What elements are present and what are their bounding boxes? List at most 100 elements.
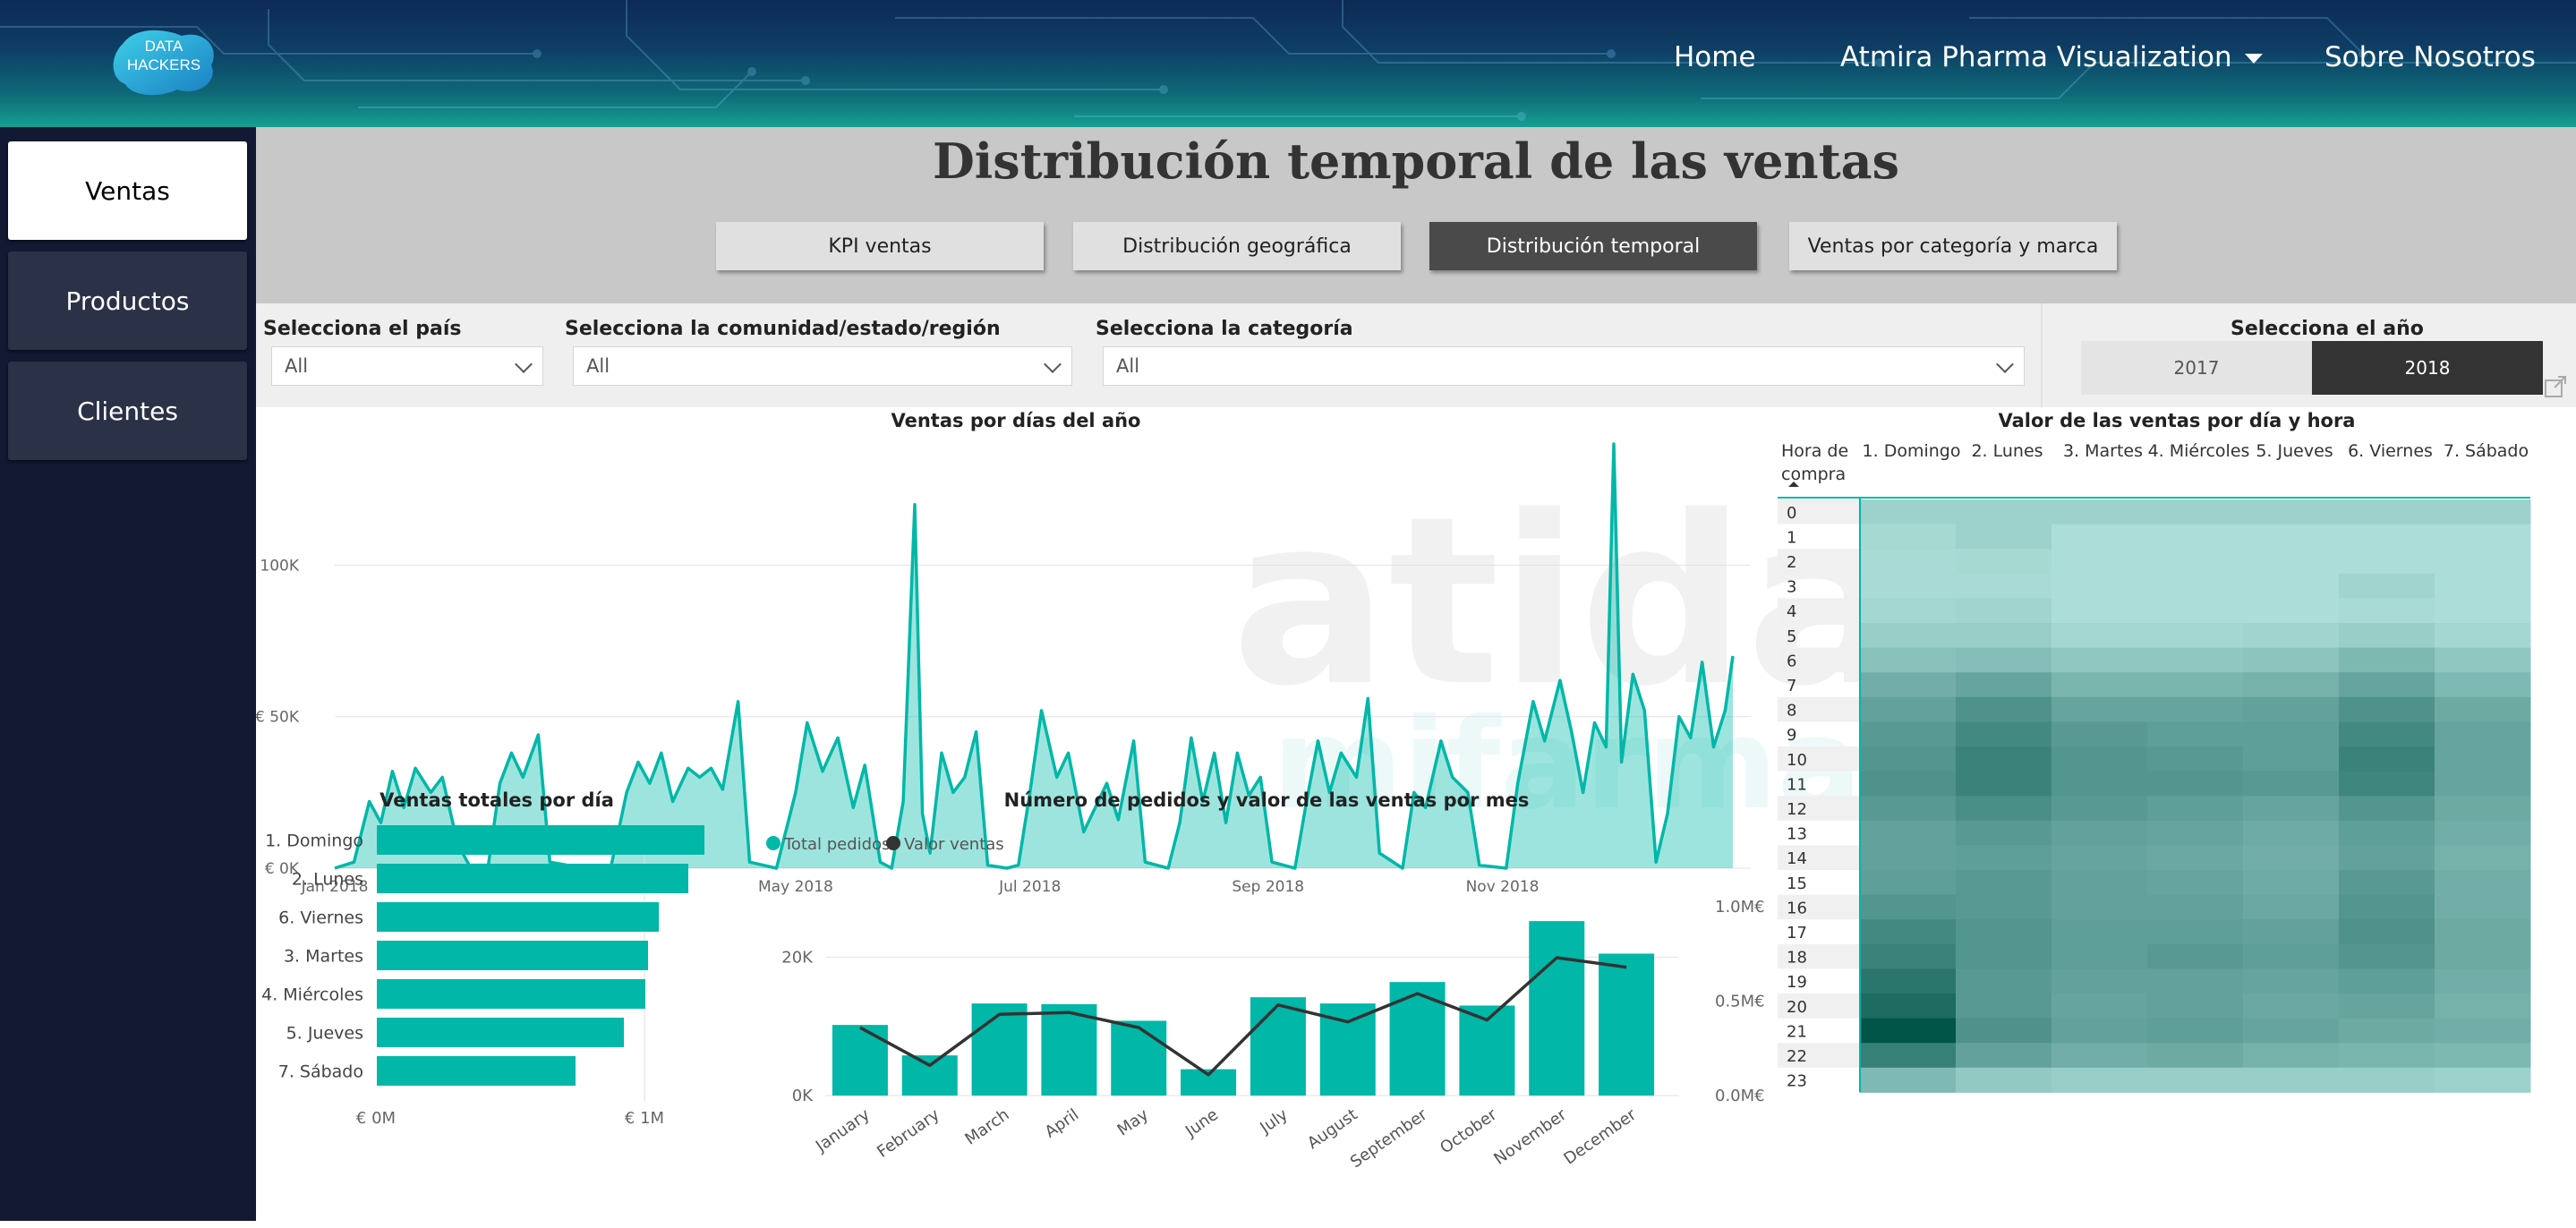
column-header: 7. Sábado [2444,441,2529,461]
heatmap-cell [1956,870,2052,896]
month-label: October [1437,1105,1501,1158]
heatmap-cell [2051,598,2148,624]
month-label: August [1304,1105,1361,1153]
heatmap-cell [1860,721,1957,747]
tab-distribucion-geografica[interactable]: Distribución geográfica [1073,222,1401,270]
pais-dropdown-value: All [285,355,309,377]
heatmap-cell [2435,647,2531,673]
heatmap-cell [2243,623,2340,649]
bar-domingo [377,825,704,855]
heatmap-cell [2243,672,2340,698]
row-label: 7 [1787,677,1796,695]
bar-february [901,1055,958,1096]
region-dropdown-value: All [586,355,610,377]
filter-bar: Selecciona el país All Selecciona la com… [256,303,2576,407]
heatmap-cell [2339,549,2435,575]
row-header-label: compra [1781,465,1846,484]
column-header: 6. Viernes [2348,441,2433,461]
heatmap-cell [2435,499,2531,525]
row-label: 12 [1787,800,1807,819]
row-label: 5 [1787,627,1796,646]
heatmap-cell [2435,771,2531,797]
sidebar-item-clientes[interactable]: Clientes [8,362,247,460]
heatmap-cell [1860,845,1957,871]
row-label: 2 [1787,553,1796,572]
nav-atmira-dropdown[interactable]: Atmira Pharma Visualization [1840,41,2263,73]
bar-september [1389,982,1446,1096]
bar-lunes [377,864,688,893]
year-button-2018[interactable]: 2018 [2312,341,2543,395]
month-label: May [1114,1105,1153,1140]
row-label: 1 [1787,528,1796,547]
tab-label: Ventas por categoría y marca [1807,235,2099,258]
year-button-2017[interactable]: 2017 [2081,341,2312,395]
monthly-orders-sales-chart[interactable]: Total pedidos Valor ventas 0K 20K 0.0M€ 0.5M€… [757,816,1787,1221]
categoria-dropdown-value: All [1116,355,1140,377]
heatmap-cell [1956,894,2052,920]
heatmap-cell [1956,993,2052,1019]
heatmap-cell [2339,746,2435,772]
heatmap-cell [2147,524,2244,550]
pais-dropdown[interactable]: All [271,346,543,386]
heatmap-cell [2435,993,2531,1019]
nav-sobre-nosotros-link[interactable]: Sobre Nosotros [2324,41,2536,73]
heatmap-cell [2147,721,2244,747]
heatmap-cell [1860,647,1957,673]
column-header: 1. Domingo [1863,441,1961,461]
heatmap-cell [2243,771,2340,797]
row-label: 10 [1787,751,1807,770]
month-label: November [1490,1105,1570,1169]
nav-home-link[interactable]: Home [1674,41,1756,73]
heatmap-cell [2147,1018,2244,1044]
row-label: 18 [1787,949,1807,968]
focus-mode-icon[interactable] [2544,375,2567,398]
weekday-sales-bar-chart[interactable]: 1. Domingo 2. Lunes 6. Viernes 3. Martes 4. … [256,816,757,1210]
heatmap-cell [1956,524,2052,550]
data-hackers-logo[interactable]: DATA HACKERS [106,25,222,98]
heatmap-cell [1860,796,1957,822]
sidebar-item-productos[interactable]: Productos [8,252,247,350]
row-label: 17 [1787,924,1807,942]
heatmap-cell [1860,549,1957,575]
heatmap-cell [2147,672,2244,698]
sidebar-item-label: Ventas [85,175,170,206]
sidebar: Ventas Productos Clientes [0,127,256,1221]
heatmap-cell [1956,1067,2052,1093]
tab-distribucion-temporal[interactable]: Distribución temporal [1429,222,1757,270]
x-tick-label: € 0M [356,1109,396,1128]
category-label: 4. Miércoles [261,985,363,1005]
category-label: 6. Viernes [278,908,363,928]
legend-label: Total pedidos [783,835,891,854]
categoria-dropdown[interactable]: All [1103,346,2025,386]
column-header: 4. Miércoles [2148,441,2250,461]
heatmap-cell [2339,524,2435,550]
heatmap-cell [2051,672,2148,698]
heatmap-cell [1860,573,1957,599]
heatmap-cell [2243,647,2340,673]
heatmap-cell [2243,1043,2340,1069]
tab-ventas-categoria-marca[interactable]: Ventas por categoría y marca [1789,222,2117,270]
heatmap-cell [1956,499,2052,525]
heatmap-cell [2051,573,2148,599]
filter-categoria-label: Selecciona la categoría [1096,318,1353,340]
y-right-tick-label: 1.0M€ [1715,898,1765,917]
heatmap-cell [1956,1043,2052,1069]
bar-viernes [377,902,659,932]
region-dropdown[interactable]: All [573,346,1072,386]
y-left-tick-label: 20K [781,948,814,967]
sales-heatmap-matrix[interactable]: Hora de compra 1. Domingo 2. Lunes 3. Martes… [1778,431,2576,1228]
sidebar-item-ventas[interactable]: Ventas [8,141,247,240]
heatmap-cell [1956,919,2052,945]
page-title: Distribución temporal de las ventas [932,132,1900,190]
heatmap-cell [2243,820,2340,846]
heatmap-cell [1860,870,1957,896]
year-label-2017: 2017 [2173,357,2220,379]
heatmap-cell [2435,746,2531,772]
month-label: February [874,1105,943,1162]
heatmap-cell [2435,524,2531,550]
heatmap-cell [2051,943,2148,969]
bar-jueves [377,1018,624,1047]
row-label: 16 [1787,899,1807,917]
tab-kpi-ventas[interactable]: KPI ventas [716,222,1044,270]
y-right-tick-label: 0.5M€ [1715,993,1765,1011]
